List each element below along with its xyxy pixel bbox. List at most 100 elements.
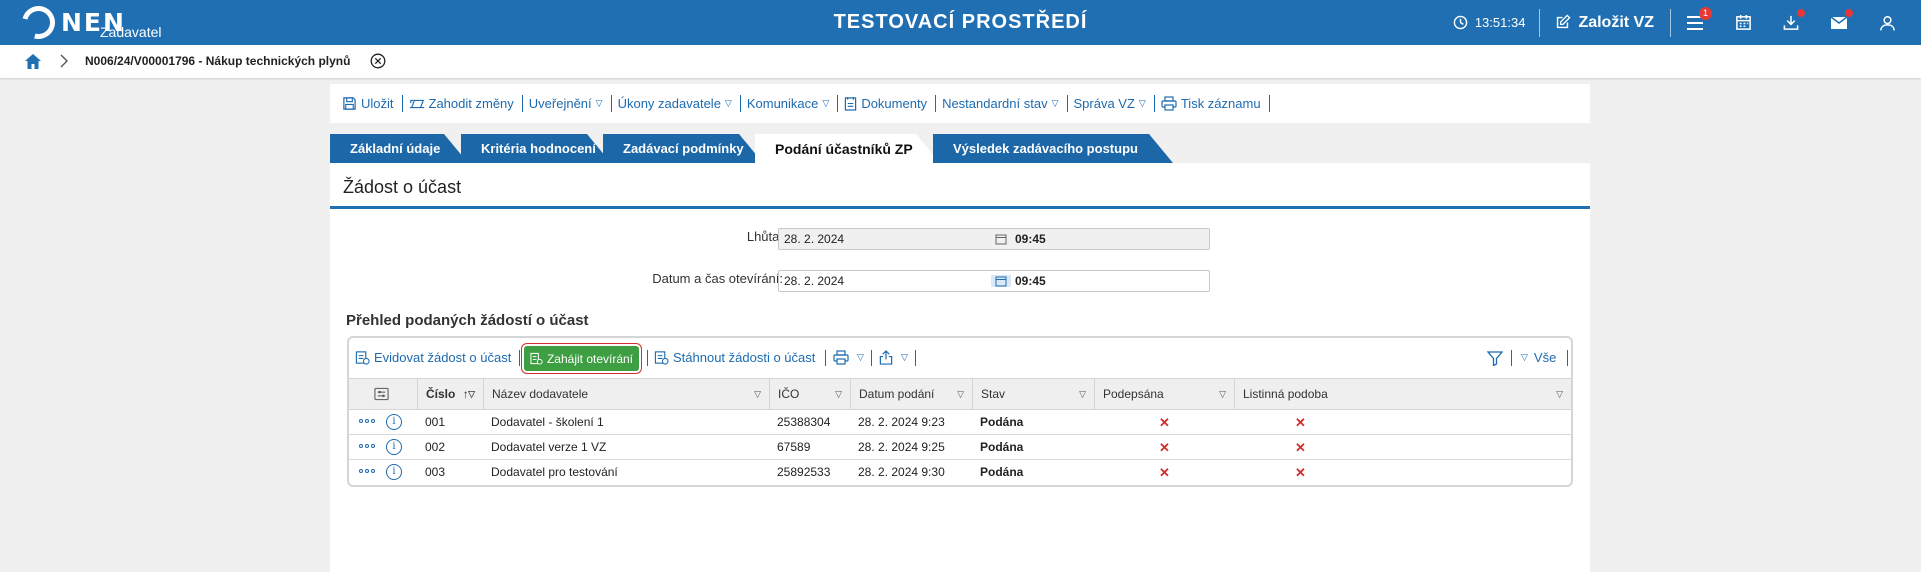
user-icon bbox=[1879, 15, 1895, 31]
session-clock: 13:51:34 bbox=[1439, 15, 1540, 30]
tab-evaluation-criteria[interactable]: Kritéria hodnocení bbox=[461, 134, 611, 163]
breadcrumb: N006/24/V00001796 - Nákup technických pl… bbox=[0, 45, 1921, 78]
close-icon[interactable] bbox=[370, 53, 386, 69]
cross-icon: ✕ bbox=[1159, 440, 1170, 455]
column-supplier[interactable]: Název dodavatele ▽ bbox=[483, 379, 769, 409]
tab-basic-data[interactable]: Základní údaje bbox=[330, 134, 468, 163]
column-supplier-label: Název dodavatele bbox=[492, 387, 589, 401]
tab-procedure-result[interactable]: Výsledek zadávacího postupu bbox=[933, 134, 1173, 163]
column-ico[interactable]: IČO ▽ bbox=[769, 379, 850, 409]
column-number[interactable]: Číslo ↑ ▽ bbox=[417, 379, 483, 409]
tab-participant-submissions[interactable]: Podání účastníků ZP bbox=[755, 134, 940, 163]
start-opening-button[interactable]: Zahájit otevírání bbox=[521, 343, 642, 374]
mail-notification-dot bbox=[1845, 9, 1853, 17]
grid-toolbar: Evidovat žádost o účast Zahájit otevírán… bbox=[349, 338, 1571, 378]
deadline-label: Lhůta: bbox=[746, 229, 783, 244]
publication-label: Uveřejnění bbox=[528, 96, 592, 111]
divider bbox=[915, 350, 916, 366]
cross-icon: ✕ bbox=[1295, 465, 1306, 480]
caret-down-icon: ▽ bbox=[822, 98, 830, 108]
calendar-picker-icon[interactable] bbox=[991, 275, 1011, 287]
mail-icon bbox=[1830, 15, 1848, 29]
discard-changes-button[interactable]: Zahodit změny bbox=[403, 95, 523, 112]
documents-button[interactable]: Dokumenty bbox=[838, 95, 937, 112]
breadcrumb-title[interactable]: N006/24/V00001796 - Nákup technických pl… bbox=[85, 45, 350, 77]
column-signed-label: Podepsána bbox=[1103, 387, 1164, 401]
top-bar: NEN Zadavatel TESTOVACÍ PROSTŘEDÍ 13:51:… bbox=[0, 0, 1921, 46]
document-icon bbox=[845, 97, 857, 111]
vz-management-menu[interactable]: Správa VZ ▽ bbox=[1068, 95, 1155, 112]
calendar-button[interactable] bbox=[1719, 0, 1767, 45]
print-record-button[interactable]: Tisk záznamu bbox=[1155, 95, 1270, 112]
create-vz-button[interactable]: Založit VZ bbox=[1540, 14, 1670, 32]
download-button[interactable] bbox=[1767, 0, 1815, 45]
communication-menu[interactable]: Komunikace ▽ bbox=[741, 95, 839, 112]
column-state[interactable]: Stav ▽ bbox=[972, 379, 1094, 409]
export-icon bbox=[879, 350, 893, 365]
cell-supplier: Dodavatel - školení 1 bbox=[491, 415, 604, 429]
divider bbox=[825, 350, 826, 366]
cell-state: Podána bbox=[980, 465, 1024, 479]
table-row[interactable]: i 001 Dodavatel - školení 1 25388304 28.… bbox=[349, 410, 1571, 435]
start-opening-label: Zahájit otevírání bbox=[546, 351, 634, 366]
info-icon[interactable]: i bbox=[386, 414, 402, 430]
table-row[interactable]: i 002 Dodavatel verze 1 VZ 67589 28. 2. … bbox=[349, 435, 1571, 460]
discard-label: Zahodit změny bbox=[428, 96, 514, 111]
caret-down-icon: ▽ bbox=[901, 352, 908, 362]
nonstandard-state-menu[interactable]: Nestandardní stav ▽ bbox=[936, 95, 1068, 112]
create-vz-label: Založit VZ bbox=[1578, 13, 1654, 31]
tab-tender-conditions[interactable]: Zadávací podmínky bbox=[603, 134, 763, 163]
contracting-actions-label: Úkony zadavatele bbox=[617, 96, 721, 111]
opening-time[interactable]: 09:45 bbox=[1011, 274, 1046, 288]
column-menu-icon[interactable]: ▽ bbox=[957, 379, 964, 410]
column-settings[interactable] bbox=[349, 379, 417, 409]
publication-menu[interactable]: Uveřejnění ▽ bbox=[523, 95, 612, 112]
cell-number: 003 bbox=[425, 465, 446, 479]
info-icon[interactable]: i bbox=[386, 464, 402, 480]
mail-button[interactable] bbox=[1815, 0, 1863, 45]
filter-button[interactable] bbox=[1487, 350, 1507, 366]
column-menu-icon[interactable]: ▽ bbox=[754, 379, 761, 410]
column-paper-form[interactable]: Listinná podoba ▽ bbox=[1234, 379, 1571, 409]
home-icon[interactable] bbox=[24, 53, 42, 70]
column-signed[interactable]: Podepsána ▽ bbox=[1094, 379, 1234, 409]
info-icon[interactable]: i bbox=[386, 439, 402, 455]
column-menu-icon[interactable]: ▽ bbox=[1219, 379, 1226, 410]
opening-field[interactable]: 28. 2. 2024 09:45 bbox=[778, 270, 1210, 292]
column-date-label: Datum podání bbox=[859, 387, 935, 401]
download-requests-icon bbox=[654, 351, 669, 365]
nonstandard-state-label: Nestandardní stav bbox=[942, 96, 1048, 111]
menu-button[interactable]: 1 bbox=[1671, 0, 1719, 45]
column-menu-icon[interactable]: ▽ bbox=[468, 379, 475, 410]
printer-icon bbox=[1161, 96, 1177, 111]
chevron-right-icon bbox=[60, 54, 68, 68]
divider bbox=[1511, 350, 1512, 366]
column-submission-date[interactable]: Datum podání ▽ bbox=[850, 379, 972, 409]
column-menu-icon[interactable]: ▽ bbox=[1556, 379, 1563, 410]
cell-date: 28. 2. 2024 9:25 bbox=[858, 440, 945, 454]
save-button[interactable]: Uložit bbox=[336, 95, 403, 112]
table-row[interactable]: i 003 Dodavatel pro testování 25892533 2… bbox=[349, 460, 1571, 485]
print-menu[interactable]: ▽ bbox=[833, 350, 864, 365]
export-menu[interactable]: ▽ bbox=[879, 350, 908, 365]
user-button[interactable] bbox=[1863, 0, 1911, 45]
filter-all-menu[interactable]: ▽ Vše bbox=[1521, 350, 1556, 365]
register-request-button[interactable]: Evidovat žádost o účast bbox=[355, 350, 511, 365]
column-menu-icon[interactable]: ▽ bbox=[1079, 379, 1086, 410]
submissions-grid: Evidovat žádost o účast Zahájit otevírán… bbox=[347, 336, 1573, 487]
caret-down-icon: ▽ bbox=[1521, 352, 1528, 362]
list-title: Přehled podaných žádostí o účast bbox=[346, 312, 589, 329]
column-number-label: Číslo bbox=[426, 387, 456, 401]
action-toolbar: Uložit Zahodit změny Uveřejnění ▽ Úkony … bbox=[330, 84, 1590, 123]
column-paper-label: Listinná podoba bbox=[1243, 387, 1328, 401]
cross-icon: ✕ bbox=[1159, 415, 1170, 430]
tab-label: Výsledek zadávacího postupu bbox=[953, 141, 1138, 156]
contracting-actions-menu[interactable]: Úkony zadavatele ▽ bbox=[612, 95, 741, 112]
column-menu-icon[interactable]: ▽ bbox=[835, 379, 842, 410]
download-requests-button[interactable]: Stáhnout žádosti o účast bbox=[654, 350, 815, 365]
row-actions-icon[interactable] bbox=[359, 419, 375, 423]
opening-date[interactable]: 28. 2. 2024 bbox=[779, 274, 991, 288]
caret-down-icon: ▽ bbox=[1138, 98, 1146, 108]
row-actions-icon[interactable] bbox=[359, 469, 375, 473]
row-actions-icon[interactable] bbox=[359, 444, 375, 448]
